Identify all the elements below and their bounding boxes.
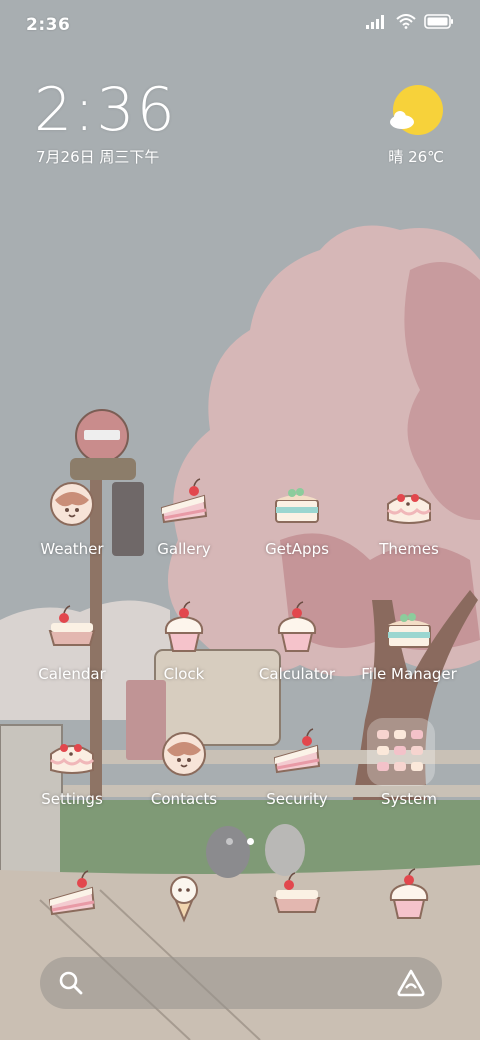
dock-app-1[interactable] bbox=[16, 866, 128, 930]
weather-widget[interactable]: 晴 26℃ bbox=[384, 84, 444, 166]
app-security[interactable]: Security bbox=[241, 724, 353, 824]
cake-slice-icon bbox=[160, 478, 208, 524]
cake-slice-icon bbox=[48, 870, 96, 916]
search-bar[interactable] bbox=[40, 957, 442, 1009]
signal-icon bbox=[366, 14, 384, 29]
folder-icon bbox=[367, 718, 435, 786]
assistant-icon[interactable] bbox=[396, 968, 426, 998]
cake-cherries-icon bbox=[387, 494, 432, 524]
app-label: Calendar bbox=[38, 665, 106, 683]
app-label: Security bbox=[266, 790, 328, 808]
app-gallery[interactable]: Gallery bbox=[128, 474, 240, 574]
ice-cream-icon bbox=[170, 876, 198, 923]
app-label: Contacts bbox=[150, 790, 218, 808]
cake-layer-icon bbox=[275, 488, 319, 523]
app-settings[interactable]: Settings bbox=[16, 724, 128, 824]
app-label: Themes bbox=[379, 540, 439, 558]
status-time: 2:36 bbox=[26, 15, 71, 35]
dock-app-3[interactable] bbox=[241, 866, 353, 930]
app-label: Clock bbox=[163, 665, 205, 683]
app-label: Settings bbox=[41, 790, 103, 808]
search-icon[interactable] bbox=[58, 970, 84, 996]
cake-slice-icon bbox=[273, 728, 321, 774]
status-bar: 2:36 bbox=[0, 0, 480, 50]
cupcake-icon bbox=[164, 601, 204, 652]
app-label: File Manager bbox=[361, 665, 457, 683]
cake-tart-icon bbox=[48, 605, 96, 646]
cake-cherries-icon bbox=[50, 744, 95, 774]
cake-tart-icon bbox=[273, 872, 321, 913]
dock-app-2[interactable] bbox=[128, 866, 240, 930]
app-clock[interactable]: Clock bbox=[128, 599, 240, 699]
app-label: Gallery bbox=[157, 540, 211, 558]
cake-donut-icon bbox=[162, 732, 206, 776]
cupcake-icon bbox=[389, 868, 429, 919]
weather-text: 晴 26℃ bbox=[388, 148, 444, 166]
cake-layer-icon bbox=[387, 613, 431, 648]
sun-cloud-icon bbox=[390, 85, 443, 135]
page-dot-2[interactable] bbox=[246, 838, 254, 845]
app-themes[interactable]: Themes bbox=[353, 474, 465, 574]
clock-widget-date: 7月26日 周三下午 bbox=[36, 148, 160, 166]
app-calendar[interactable]: Calendar bbox=[16, 599, 128, 699]
app-label: Weather bbox=[40, 540, 104, 558]
clock-widget-time[interactable]: 2:36 bbox=[34, 78, 177, 142]
app-label: System bbox=[381, 790, 437, 808]
app-label: Calculator bbox=[258, 665, 336, 683]
app-weather[interactable]: Weather bbox=[16, 474, 128, 574]
page-dot-1[interactable] bbox=[226, 838, 234, 845]
wifi-icon bbox=[396, 14, 416, 29]
app-getapps[interactable]: GetApps bbox=[241, 474, 353, 574]
cupcake-icon bbox=[277, 601, 317, 652]
app-calculator[interactable]: Calculator bbox=[241, 599, 353, 699]
app-file-manager[interactable]: File Manager bbox=[353, 599, 465, 699]
app-label: GetApps bbox=[265, 540, 329, 558]
app-system[interactable]: System bbox=[353, 718, 465, 824]
dock-app-4[interactable] bbox=[353, 866, 465, 930]
battery-icon bbox=[424, 14, 453, 29]
page-indicator bbox=[0, 830, 480, 849]
app-contacts[interactable]: Contacts bbox=[128, 724, 240, 824]
cake-donut-icon bbox=[50, 482, 94, 526]
